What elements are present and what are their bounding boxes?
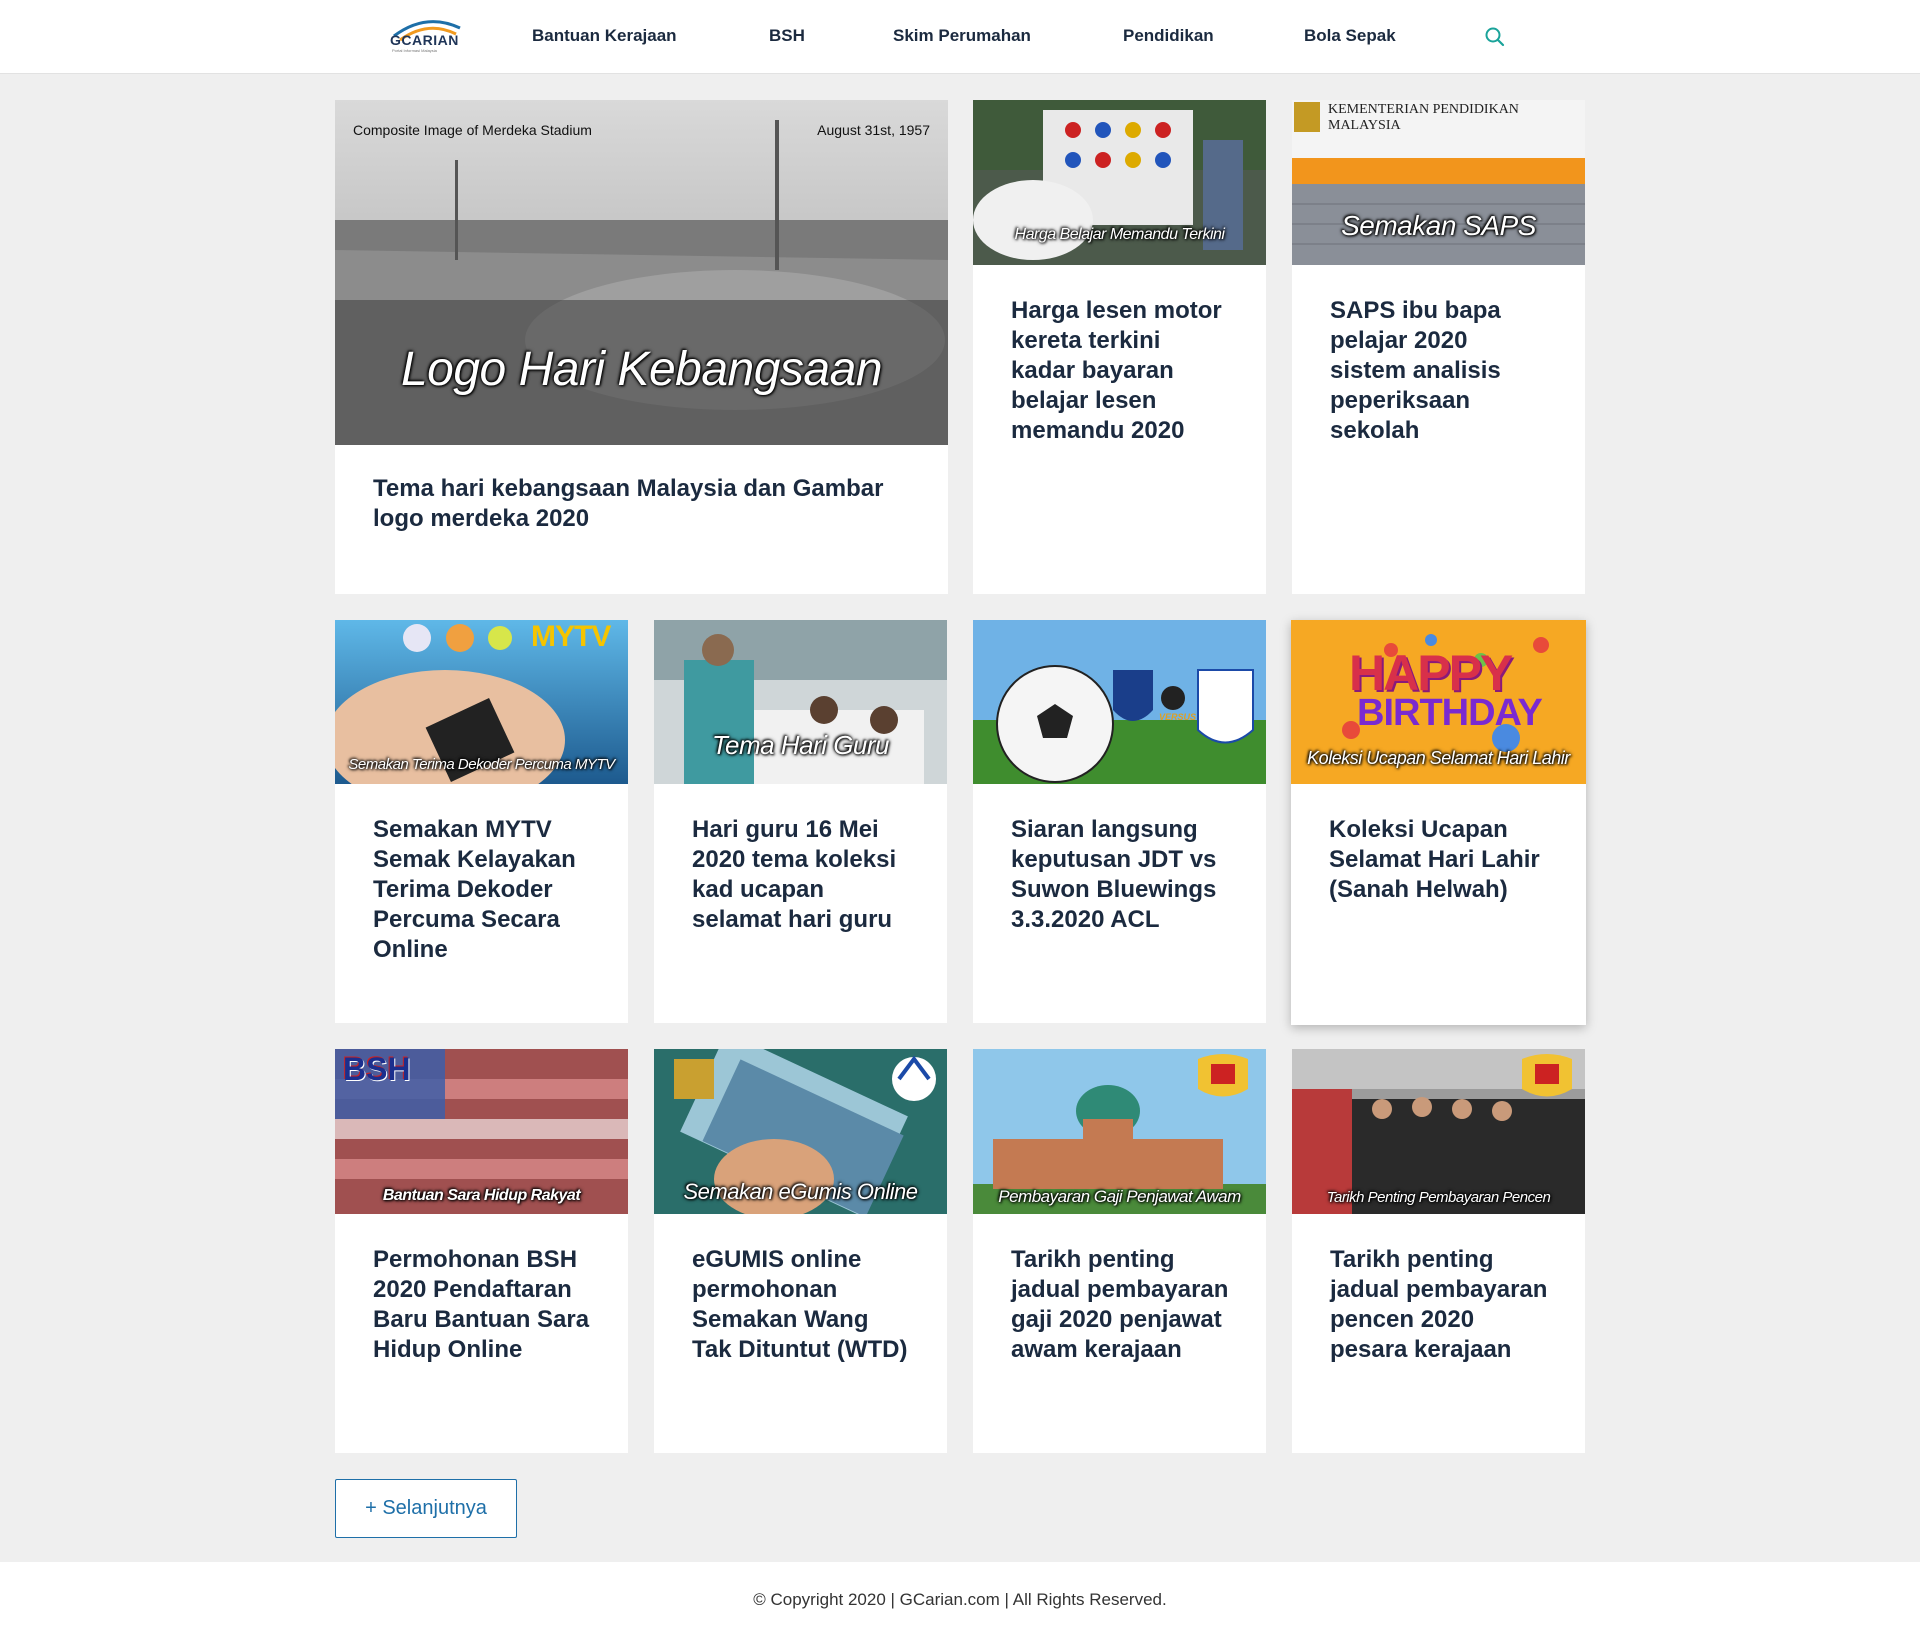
- article-thumbnail: Tarikh Penting Pembayaran Pencen: [1292, 1049, 1585, 1214]
- article-card[interactable]: Semakan eGumis Online eGUMIS online perm…: [654, 1049, 947, 1453]
- article-thumbnail: Pembayaran Gaji Penjawat Awam: [973, 1049, 1266, 1214]
- featured-article-card[interactable]: Composite Image of Merdeka Stadium Augus…: [335, 100, 948, 594]
- article-title[interactable]: eGUMIS online permohonan Semakan Wang Ta…: [692, 1245, 911, 1365]
- article-title[interactable]: SAPS ibu bapa pelajar 2020 sistem analis…: [1330, 296, 1549, 446]
- article-thumbnail: KEMENTERIAN PENDIDIKAN MALAYSIA Semakan …: [1292, 100, 1585, 265]
- article-thumbnail: Harga Belajar Memandu Terkini: [973, 100, 1266, 265]
- article-image-caption: Pembayaran Gaji Penjawat Awam: [998, 1187, 1241, 1206]
- article-title[interactable]: Harga lesen motor kereta terkini kadar b…: [1011, 296, 1230, 446]
- site-header: GCARIAN Portal Informasi Malaysia Bantua…: [0, 0, 1920, 74]
- article-card[interactable]: VERSUS Siaran langsung keputusan JDT vs …: [973, 620, 1266, 1023]
- article-title[interactable]: Tarikh penting jadual pembayaran gaji 20…: [1011, 1245, 1230, 1365]
- article-title[interactable]: Koleksi Ucapan Selamat Hari Lahir (Sanah…: [1329, 815, 1550, 905]
- article-card[interactable]: Tarikh Penting Pembayaran Pencen Tarikh …: [1292, 1049, 1585, 1453]
- featured-thumbnail: Composite Image of Merdeka Stadium Augus…: [335, 100, 948, 445]
- article-thumbnail: Semakan eGumis Online: [654, 1049, 947, 1214]
- nav-skim-perumahan[interactable]: Skim Perumahan: [893, 26, 1031, 46]
- article-card[interactable]: MYTV Semakan Terima Dekoder Percuma MYTV…: [335, 620, 628, 1023]
- search-button[interactable]: [1484, 26, 1506, 48]
- article-image-caption: Semakan Terima Dekoder Percuma MYTV: [348, 756, 615, 773]
- logo-subtext: Portal Informasi Malaysia: [392, 48, 437, 53]
- nav-bantuan-kerajaan[interactable]: Bantuan Kerajaan: [532, 26, 677, 46]
- load-more-button[interactable]: + Selanjutnya: [335, 1479, 517, 1538]
- article-image-caption: Harga Belajar Memandu Terkini: [1014, 226, 1225, 243]
- nav-bsh[interactable]: BSH: [769, 26, 805, 46]
- birthday-text: BIRTHDAY: [1357, 692, 1543, 734]
- logo-text: GCARIAN: [390, 32, 459, 48]
- article-card-hovered[interactable]: HAPPY BIRTHDAY Koleksi Ucapan Selamat Ha…: [1291, 620, 1586, 1025]
- article-card[interactable]: Pembayaran Gaji Penjawat Awam Tarikh pen…: [973, 1049, 1266, 1453]
- article-title[interactable]: Semakan MYTV Semak Kelayakan Terima Deko…: [373, 815, 592, 965]
- nav-pendidikan[interactable]: Pendidikan: [1123, 26, 1214, 46]
- featured-image-caption: Logo Hari Kebangsaan: [400, 343, 883, 396]
- site-logo[interactable]: GCARIAN Portal Informasi Malaysia: [386, 14, 466, 60]
- article-title[interactable]: Permohonan BSH 2020 Pendaftaran Baru Ban…: [373, 1245, 592, 1365]
- article-image-caption: Semakan eGumis Online: [683, 1179, 918, 1204]
- article-image-header: KEMENTERIAN PENDIDIKAN MALAYSIA: [1328, 102, 1519, 133]
- site-footer: © Copyright 2020 | GCarian.com | All Rig…: [0, 1562, 1920, 1639]
- article-thumbnail: BSH Bantuan Sara Hidup Rakyat: [335, 1049, 628, 1214]
- article-image-caption: Semakan SAPS: [1341, 210, 1536, 241]
- article-card[interactable]: BSH Bantuan Sara Hidup Rakyat Permohonan…: [335, 1049, 628, 1453]
- featured-caption-left: Composite Image of Merdeka Stadium: [353, 122, 592, 138]
- article-image-caption: Tarikh Penting Pembayaran Pencen: [1326, 1189, 1551, 1206]
- article-thumbnail: MYTV Semakan Terima Dekoder Percuma MYTV: [335, 620, 628, 784]
- article-image-caption: Koleksi Ucapan Selamat Hari Lahir: [1307, 748, 1570, 768]
- copyright-text: © Copyright 2020 | GCarian.com | All Rig…: [753, 1590, 1167, 1609]
- bsh-logo: BSH: [343, 1051, 411, 1087]
- featured-caption-right: August 31st, 1957: [817, 122, 930, 138]
- article-title[interactable]: Siaran langsung keputusan JDT vs Suwon B…: [1011, 815, 1230, 935]
- article-card[interactable]: Tema Hari Guru Hari guru 16 Mei 2020 tem…: [654, 620, 947, 1023]
- featured-title[interactable]: Tema hari kebangsaan Malaysia dan Gambar…: [373, 474, 912, 534]
- versus-label: VERSUS: [1159, 712, 1197, 722]
- article-card[interactable]: KEMENTERIAN PENDIDIKAN MALAYSIA Semakan …: [1292, 100, 1585, 594]
- article-thumbnail: HAPPY BIRTHDAY Koleksi Ucapan Selamat Ha…: [1291, 620, 1586, 784]
- article-image-caption: Bantuan Sara Hidup Rakyat: [382, 1187, 581, 1204]
- article-image-caption: Tema Hari Guru: [712, 730, 890, 760]
- nav-bola-sepak[interactable]: Bola Sepak: [1304, 26, 1396, 46]
- article-thumbnail: VERSUS: [973, 620, 1266, 784]
- mytv-logo: MYTV: [531, 620, 611, 653]
- search-icon: [1485, 27, 1505, 47]
- article-thumbnail: Tema Hari Guru: [654, 620, 947, 784]
- article-title[interactable]: Hari guru 16 Mei 2020 tema koleksi kad u…: [692, 815, 911, 935]
- article-title[interactable]: Tarikh penting jadual pembayaran pencen …: [1330, 1245, 1549, 1365]
- article-card[interactable]: Harga Belajar Memandu Terkini Harga lese…: [973, 100, 1266, 594]
